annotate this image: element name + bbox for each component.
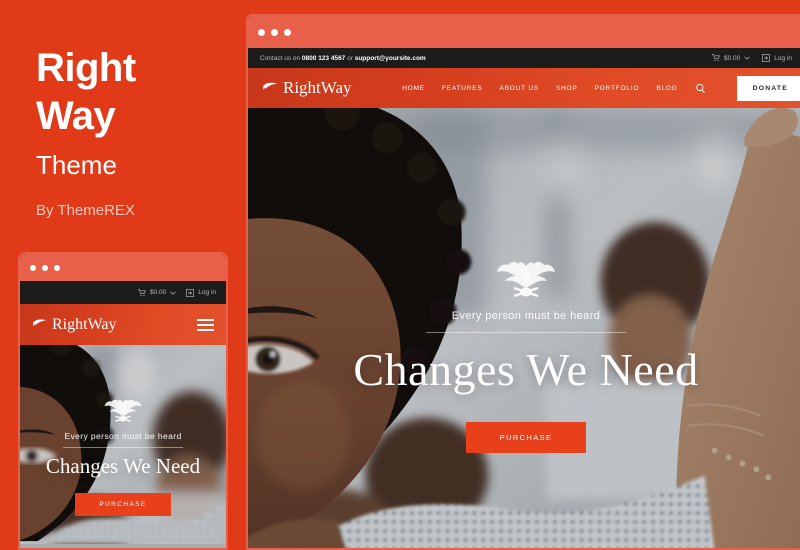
menu-item-shop[interactable]: SHOP [556, 85, 578, 92]
menu-item-portfolio[interactable]: PORTFOLIO [595, 85, 640, 92]
login-label: Log in [198, 289, 216, 296]
shopping-cart-icon [712, 54, 720, 62]
promo-subtitle: Theme [36, 150, 117, 180]
minimize-dot-icon[interactable] [271, 28, 278, 36]
promo-title-line1: Right [36, 46, 136, 90]
close-dot-icon[interactable] [258, 28, 265, 36]
contact-info: Contact us on 0800 123 4567 or support@y… [260, 55, 712, 62]
eagle-emblem-icon [104, 399, 142, 422]
promo-title: Right Way [36, 48, 246, 136]
purchase-button[interactable]: PURCHASE [465, 422, 587, 453]
cart-widget[interactable]: $0.00 [138, 288, 177, 297]
login-icon [186, 288, 195, 297]
main-menu: HOME FEATURES ABOUT US SHOP PORTFOLIO BL… [402, 75, 800, 101]
site-logo[interactable]: RightWay [32, 316, 116, 334]
desktop-preview-window: Contact us on 0800 123 4567 or support@y… [246, 14, 800, 550]
mobile-window-controls [30, 264, 60, 271]
mobile-hero-title: Changes We Need [45, 454, 201, 478]
login-icon [762, 54, 771, 62]
eagle-icon [263, 82, 277, 91]
eagle-icon [33, 319, 47, 327]
maximize-dot-icon[interactable] [54, 264, 60, 271]
mobile-window-titlebar [20, 254, 226, 281]
menu-item-about-us[interactable]: ABOUT US [500, 85, 540, 92]
contact-conjunction: or [347, 54, 353, 62]
site-logo[interactable]: RightWay [262, 78, 352, 98]
hero-divider [426, 332, 626, 333]
mobile-purchase-button[interactable]: PURCHASE [75, 493, 171, 516]
contact-email[interactable]: support@yoursite.com [355, 55, 426, 62]
maximize-dot-icon[interactable] [284, 28, 291, 36]
chevron-down-icon [744, 56, 751, 60]
menu-item-home[interactable]: HOME [402, 85, 425, 92]
close-dot-icon[interactable] [30, 264, 36, 271]
mobile-site-topbar: $0.00 Log in [20, 281, 226, 304]
minimize-dot-icon[interactable] [42, 264, 48, 271]
login-label: Log in [774, 54, 792, 62]
mobile-topbar-actions: $0.00 Log in [138, 288, 216, 297]
window-controls [258, 28, 291, 36]
chevron-down-icon [170, 291, 177, 295]
desktop-site-navbar: RightWay HOME FEATURES ABOUT US SHOP POR… [248, 68, 800, 108]
cart-amount: $0.00 [724, 54, 741, 62]
cart-amount: $0.00 [150, 289, 167, 296]
desktop-hero-section: Every person must be heard Changes We Ne… [248, 108, 800, 548]
hamburger-menu-icon[interactable] [197, 318, 214, 331]
cart-widget[interactable]: $0.00 [712, 54, 751, 62]
login-link[interactable]: Log in [186, 288, 216, 297]
search-icon[interactable] [695, 83, 706, 94]
topbar-actions: $0.00 Log in [712, 54, 792, 62]
mobile-site-navbar: RightWay [20, 304, 226, 345]
menu-item-blog[interactable]: BLOG [656, 85, 677, 92]
login-link[interactable]: Log in [762, 54, 792, 62]
mobile-hero-divider [63, 447, 183, 448]
hero-title: Changes We Need [353, 344, 699, 395]
site-logo-text: RightWay [283, 78, 352, 97]
desktop-hero-content: Every person must be heard Changes We Ne… [248, 258, 800, 453]
promo-title-line2: Way [36, 94, 116, 138]
mobile-preview-window: $0.00 Log in RightWay Every person must … [18, 252, 228, 550]
promo-byline: By ThemeREX [36, 202, 135, 219]
hero-kicker: Every person must be heard [451, 310, 601, 322]
desktop-site-topbar: Contact us on 0800 123 4567 or support@y… [248, 48, 800, 68]
mobile-hero-content: Every person must be heard Changes We Ne… [20, 397, 226, 516]
contact-phone[interactable]: 0800 123 4567 [302, 55, 345, 62]
mobile-hero-kicker: Every person must be heard [64, 431, 182, 441]
shopping-cart-icon [138, 288, 146, 296]
mobile-hero-section: Every person must be heard Changes We Ne… [20, 345, 226, 548]
site-logo-text: RightWay [52, 315, 117, 333]
desktop-window-titlebar [248, 16, 800, 48]
contact-prefix: Contact us on [260, 54, 301, 62]
menu-item-features[interactable]: FEATURES [442, 85, 483, 92]
eagle-emblem-icon [497, 261, 555, 298]
donate-button[interactable]: DONATE [736, 75, 800, 101]
